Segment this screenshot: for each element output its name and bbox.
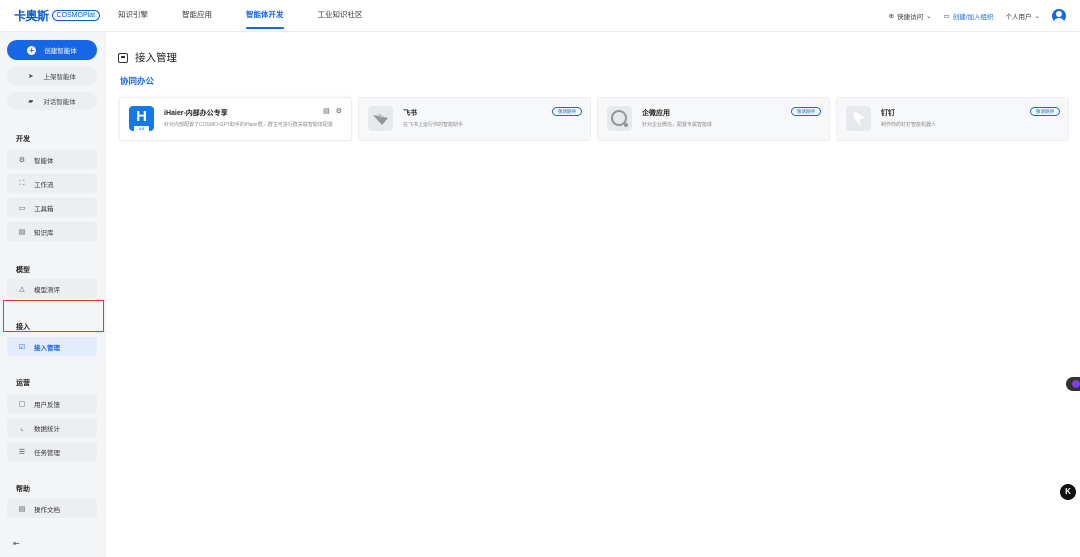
coming-soon-badge: 敬请期待 <box>791 107 821 116</box>
nav-agent-dev[interactable]: 智能体开发 <box>246 0 284 32</box>
collapse-sidebar-icon[interactable]: ⇤ <box>13 539 20 548</box>
sidebar-item-toolbox[interactable]: ▭ 工具箱 <box>7 198 97 217</box>
card-dingtalk[interactable]: 钉钉 制作你的钉钉智能机器人 敬请期待 <box>836 97 1069 141</box>
coming-soon-badge: 敬请期待 <box>1030 107 1060 116</box>
triangle-icon: △ <box>19 285 25 293</box>
access-icon: ☑ <box>18 343 26 351</box>
page-title-text: 接入管理 <box>135 52 177 64</box>
card-title: 飞书 <box>403 110 417 117</box>
section-help: 帮助 <box>16 486 30 493</box>
sidebar-item-workflow[interactable]: ⛶ 工作流 <box>7 174 97 193</box>
section-dev: 开发 <box>16 136 30 143</box>
avatar[interactable] <box>1052 9 1066 23</box>
create-agent-label: 创建智能体 <box>44 48 77 55</box>
dingtalk-logo-icon <box>846 106 871 131</box>
book-icon: ▤ <box>18 228 26 236</box>
chat-agent-button[interactable]: ▰ 对话智能体 <box>7 92 97 110</box>
sidebar-item-stats[interactable]: ⌞ 数据统计 <box>7 418 97 437</box>
send-icon: ➤ <box>28 73 34 80</box>
message-icon: ▢ <box>18 400 26 408</box>
quick-access-menu[interactable]: ⊕ 快捷访问 ⌄ <box>889 11 932 21</box>
create-org-link[interactable]: ▭ 创建/加入组织 <box>944 11 994 21</box>
card-title: 钉钉 <box>881 110 895 117</box>
toolbox-icon: ▭ <box>18 204 26 212</box>
top-right-actions: ⊕ 快捷访问 ⌄ ▭ 创建/加入组织 个人用户 ⌄ <box>889 0 1066 32</box>
sidebar-item-label: 任务管理 <box>34 449 60 457</box>
chat-icon: ▰ <box>28 98 34 105</box>
floating-k-button[interactable]: K <box>1060 484 1076 500</box>
chevron-down-icon: ⌄ <box>926 13 932 20</box>
sidebar-item-label: 用户反馈 <box>34 401 60 409</box>
access-icon <box>118 52 128 63</box>
card-tools: ▤ ⚙ <box>323 107 342 115</box>
sidebar-item-docs[interactable]: ▤ 操作文档 <box>7 499 97 518</box>
chat-agent-label: 对话智能体 <box>43 99 76 106</box>
sidebar-item-label: 模型测评 <box>34 286 60 294</box>
highlight-box <box>3 300 104 332</box>
create-agent-button[interactable]: + 创建智能体 <box>7 40 97 60</box>
brand-logo[interactable]: 卡奥斯 COSMOPlat <box>14 7 101 24</box>
top-nav: 知识引擎 智能应用 智能体开发 工业知识社区 <box>118 0 397 32</box>
sidebar-item-label: 工作流 <box>34 181 54 189</box>
sidebar-item-knowledge[interactable]: ▤ 知识库 <box>7 222 97 241</box>
section-ops: 运营 <box>16 380 30 387</box>
main-content: 接入管理 协同办公 H 2.0 iHaier-内部办公专享 针对内部配置了COS… <box>106 32 1080 557</box>
plus-icon: + <box>27 45 37 55</box>
section-model: 模型 <box>16 267 30 274</box>
wecom-logo-icon <box>607 106 632 131</box>
user-label: 个人用户 <box>1005 14 1032 21</box>
sidebar-item-access-mgmt[interactable]: ☑ 接入管理 <box>7 337 97 356</box>
floating-assistant-icon[interactable] <box>1066 377 1080 391</box>
publish-agent-label: 上架智能体 <box>43 74 76 81</box>
sidebar-item-label: 操作文档 <box>34 506 60 514</box>
card-feishu[interactable]: 飞书 在飞书上运行你的智能助手 敬请期待 <box>358 97 591 141</box>
create-org-label: 创建/加入组织 <box>952 14 994 21</box>
top-bar: 卡奥斯 COSMOPlat 知识引擎 智能应用 智能体开发 工业知识社区 ⊕ 快… <box>0 0 1080 32</box>
card-desc: 针对内部配置了COSMO-GPT助手的iHaier群，群主可进行群关联智能体配置 <box>164 122 333 128</box>
ihaier-logo-icon: H 2.0 <box>129 106 154 132</box>
logo-cn: 卡奥斯 <box>14 9 49 23</box>
feishu-logo-icon <box>368 106 393 131</box>
chevron-down-icon: ⌄ <box>1034 13 1040 20</box>
card-ihaier[interactable]: H 2.0 iHaier-内部办公专享 针对内部配置了COSMO-GPT助手的i… <box>119 97 352 141</box>
user-menu[interactable]: 个人用户 ⌄ <box>1006 11 1040 21</box>
sidebar-item-label: 知识库 <box>34 229 54 237</box>
card-wecom[interactable]: 企微应用 针对企业微信，配置专属智能体 敬请期待 <box>597 97 830 141</box>
sidebar-item-agent[interactable]: ⚙ 智能体 <box>7 150 97 169</box>
card-title: iHaier-内部办公专享 <box>164 110 228 117</box>
logo-en: COSMOPlat <box>51 10 101 21</box>
sidebar-item-feedback[interactable]: ▢ 用户反馈 <box>7 394 97 413</box>
sidebar-item-model-eval[interactable]: △ 模型测评 <box>7 279 97 298</box>
chart-icon: ⌞ <box>20 424 24 432</box>
doc-icon[interactable]: ▤ <box>323 107 330 115</box>
card-desc: 在飞书上运行你的智能助手 <box>403 122 464 128</box>
card-desc: 针对企业微信，配置专属智能体 <box>642 122 713 128</box>
gear-icon[interactable]: ⚙ <box>336 107 342 115</box>
sidebar-item-label: 接入管理 <box>34 344 60 352</box>
sidebar: + 创建智能体 ➤ 上架智能体 ▰ 对话智能体 开发 ⚙ 智能体 ⛶ 工作流 ▭… <box>0 32 106 557</box>
card-desc: 制作你的钉钉智能机器人 <box>881 122 937 128</box>
sidebar-item-tasks[interactable]: ☰ 任务管理 <box>7 442 97 461</box>
agent-icon: ⚙ <box>18 156 26 164</box>
sidebar-item-label: 工具箱 <box>34 205 54 213</box>
nav-smart-apps[interactable]: 智能应用 <box>182 0 212 32</box>
sidebar-item-label: 智能体 <box>34 157 54 165</box>
section-title: 协同办公 <box>120 76 155 86</box>
ihaier-logo-version: 2.0 <box>134 126 149 132</box>
publish-agent-button[interactable]: ➤ 上架智能体 <box>7 67 97 85</box>
monitor-icon: ▭ <box>943 13 950 20</box>
compass-icon: ⊕ <box>888 13 895 20</box>
page-title: 接入管理 <box>118 50 177 65</box>
ihaier-logo-letter: H <box>136 108 147 125</box>
coming-soon-badge: 敬请期待 <box>552 107 582 116</box>
doc-icon: ▤ <box>18 505 26 513</box>
nav-knowledge-engine[interactable]: 知识引擎 <box>118 0 148 32</box>
quick-access-label: 快捷访问 <box>897 14 924 21</box>
nav-community[interactable]: 工业知识社区 <box>318 0 363 32</box>
task-icon: ☰ <box>18 448 26 456</box>
card-title: 企微应用 <box>642 110 670 117</box>
workflow-icon: ⛶ <box>19 179 25 187</box>
sidebar-item-label: 数据统计 <box>34 425 60 433</box>
